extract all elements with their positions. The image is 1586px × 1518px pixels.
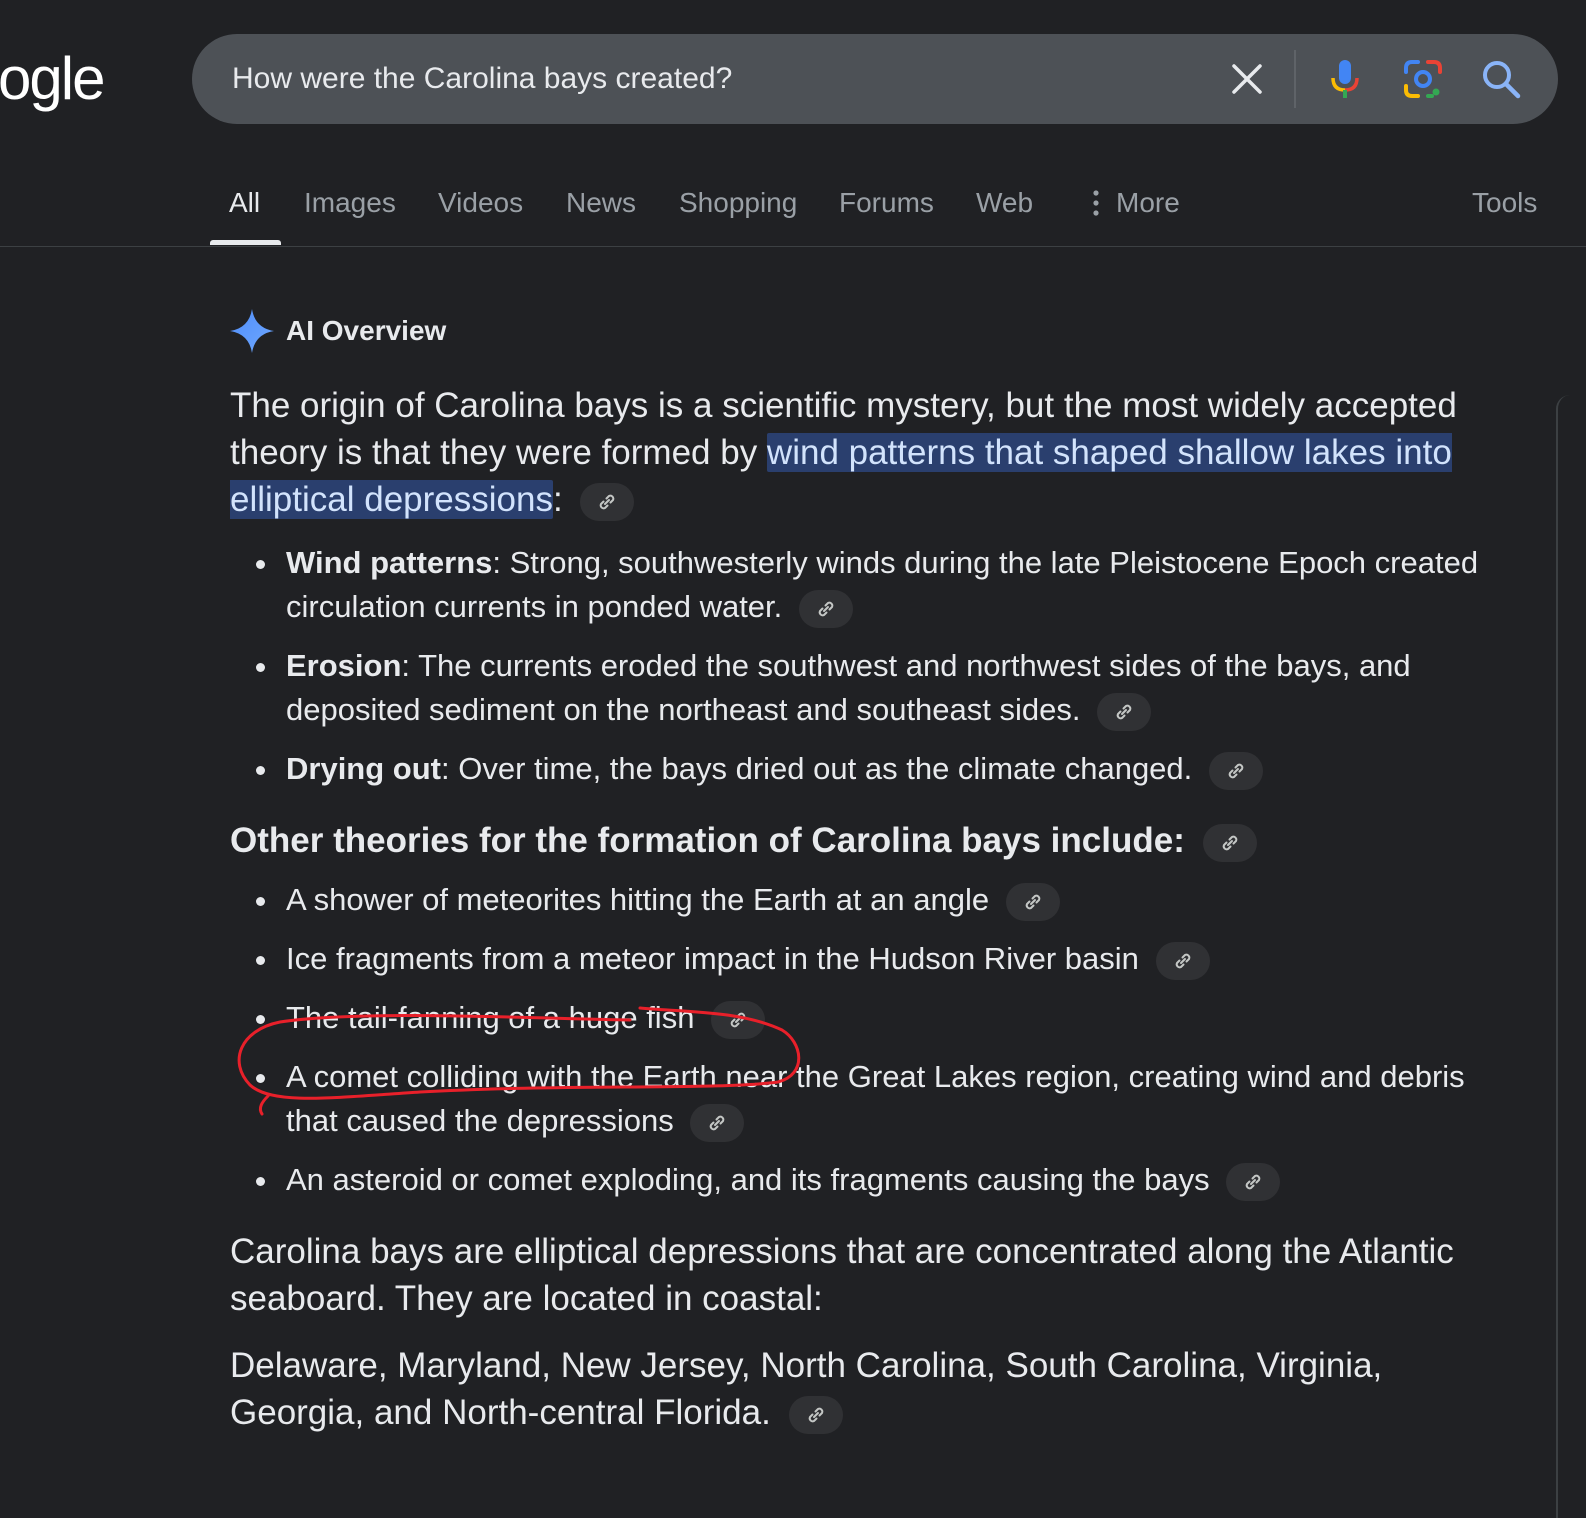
list-item: A shower of meteorites hitting the Earth… bbox=[256, 878, 1500, 922]
source-link-button[interactable] bbox=[1005, 882, 1060, 921]
tab-videos[interactable]: Videos bbox=[438, 186, 523, 220]
link-icon bbox=[1222, 835, 1237, 851]
link-icon bbox=[730, 1012, 746, 1028]
search-bar[interactable]: How were the Carolina bays created? bbox=[192, 34, 1558, 124]
source-link-button[interactable] bbox=[788, 1395, 843, 1434]
list-item: A comet colliding with the Earth near th… bbox=[256, 1055, 1500, 1143]
main-bullets: Wind patterns: Strong, southwesterly win… bbox=[230, 541, 1500, 791]
bullet-text: An asteroid or comet exploding, and its … bbox=[286, 1162, 1210, 1197]
bullet-term: Drying out bbox=[286, 751, 441, 786]
ai-overview: AI Overview The origin of Carolina bays … bbox=[230, 300, 1500, 1436]
scrollbar-edge[interactable] bbox=[1556, 395, 1586, 1518]
link-icon bbox=[808, 1407, 823, 1423]
other-theories-heading: Other theories for the formation of Caro… bbox=[230, 817, 1500, 864]
link-icon bbox=[600, 494, 615, 510]
active-tab-indicator bbox=[210, 240, 281, 245]
lens-icon[interactable] bbox=[1400, 56, 1446, 102]
google-logo[interactable]: ogle bbox=[0, 44, 105, 114]
bullet-text: : Over time, the bays dried out as the c… bbox=[441, 751, 1193, 786]
microphone-icon[interactable] bbox=[1322, 56, 1368, 102]
list-item: Wind patterns: Strong, southwesterly win… bbox=[256, 541, 1500, 629]
intro-paragraph: The origin of Carolina bays is a scienti… bbox=[230, 382, 1500, 523]
search-icon[interactable] bbox=[1478, 56, 1524, 102]
list-item: The tail-fanning of a huge fish bbox=[256, 996, 1500, 1040]
link-icon bbox=[1025, 894, 1040, 910]
bullet-text: Ice fragments from a meteor impact in th… bbox=[286, 941, 1139, 976]
bullet-text: The tail-fanning of a huge fish bbox=[286, 1000, 695, 1035]
ai-overview-header: AI Overview bbox=[230, 300, 1500, 362]
other-theories-list: A shower of meteorites hitting the Earth… bbox=[230, 878, 1500, 1202]
bullet-text: A shower of meteorites hitting the Earth… bbox=[286, 882, 990, 917]
states-paragraph: Delaware, Maryland, New Jersey, North Ca… bbox=[230, 1342, 1500, 1436]
bullet-text: : The currents eroded the southwest and … bbox=[286, 648, 1411, 727]
tab-web[interactable]: Web bbox=[976, 186, 1033, 220]
tab-all[interactable]: All bbox=[229, 186, 260, 220]
link-icon bbox=[1245, 1174, 1261, 1190]
link-icon bbox=[1228, 763, 1244, 779]
list-item: Erosion: The currents eroded the southwe… bbox=[256, 644, 1500, 732]
link-icon bbox=[1175, 953, 1190, 969]
source-link-button[interactable] bbox=[1208, 751, 1263, 790]
list-item: Ice fragments from a meteor impact in th… bbox=[256, 937, 1500, 981]
link-icon bbox=[1116, 704, 1132, 720]
bullet-text: A comet colliding with the Earth near th… bbox=[286, 1059, 1465, 1138]
link-icon bbox=[818, 601, 834, 617]
list-item: An asteroid or comet exploding, and its … bbox=[256, 1158, 1500, 1202]
search-divider bbox=[1294, 50, 1296, 108]
bullet-term: Wind patterns bbox=[286, 545, 493, 580]
link-icon bbox=[710, 1115, 725, 1131]
source-link-button[interactable] bbox=[1202, 823, 1257, 862]
search-tabs: All Images Videos News Shopping Forums W… bbox=[0, 160, 1586, 247]
intro-colon: : bbox=[552, 480, 563, 519]
more-vert-icon[interactable] bbox=[1088, 188, 1104, 218]
tab-images[interactable]: Images bbox=[304, 186, 396, 220]
search-input[interactable]: How were the Carolina bays created? bbox=[232, 61, 732, 97]
tab-news[interactable]: News bbox=[566, 186, 636, 220]
ai-overview-title: AI Overview bbox=[286, 315, 447, 346]
source-link-button[interactable] bbox=[798, 589, 853, 628]
heading-text: Other theories for the formation of Caro… bbox=[230, 821, 1185, 860]
location-paragraph: Carolina bays are elliptical depressions… bbox=[230, 1232, 1454, 1318]
tab-more[interactable]: More bbox=[1116, 186, 1180, 220]
tab-shopping[interactable]: Shopping bbox=[679, 186, 797, 220]
source-link-button[interactable] bbox=[580, 482, 635, 521]
clear-icon[interactable] bbox=[1224, 56, 1270, 102]
source-link-button[interactable] bbox=[1226, 1162, 1281, 1201]
tab-forums[interactable]: Forums bbox=[839, 186, 934, 220]
source-link-button[interactable] bbox=[1097, 692, 1152, 731]
bullet-term: Erosion bbox=[286, 648, 402, 683]
tools-button[interactable]: Tools bbox=[1472, 186, 1537, 220]
list-item: Drying out: Over time, the bays dried ou… bbox=[256, 747, 1500, 791]
sparkle-icon bbox=[230, 309, 274, 353]
source-link-button[interactable] bbox=[690, 1103, 745, 1142]
source-link-button[interactable] bbox=[711, 1000, 766, 1039]
source-link-button[interactable] bbox=[1155, 941, 1210, 980]
